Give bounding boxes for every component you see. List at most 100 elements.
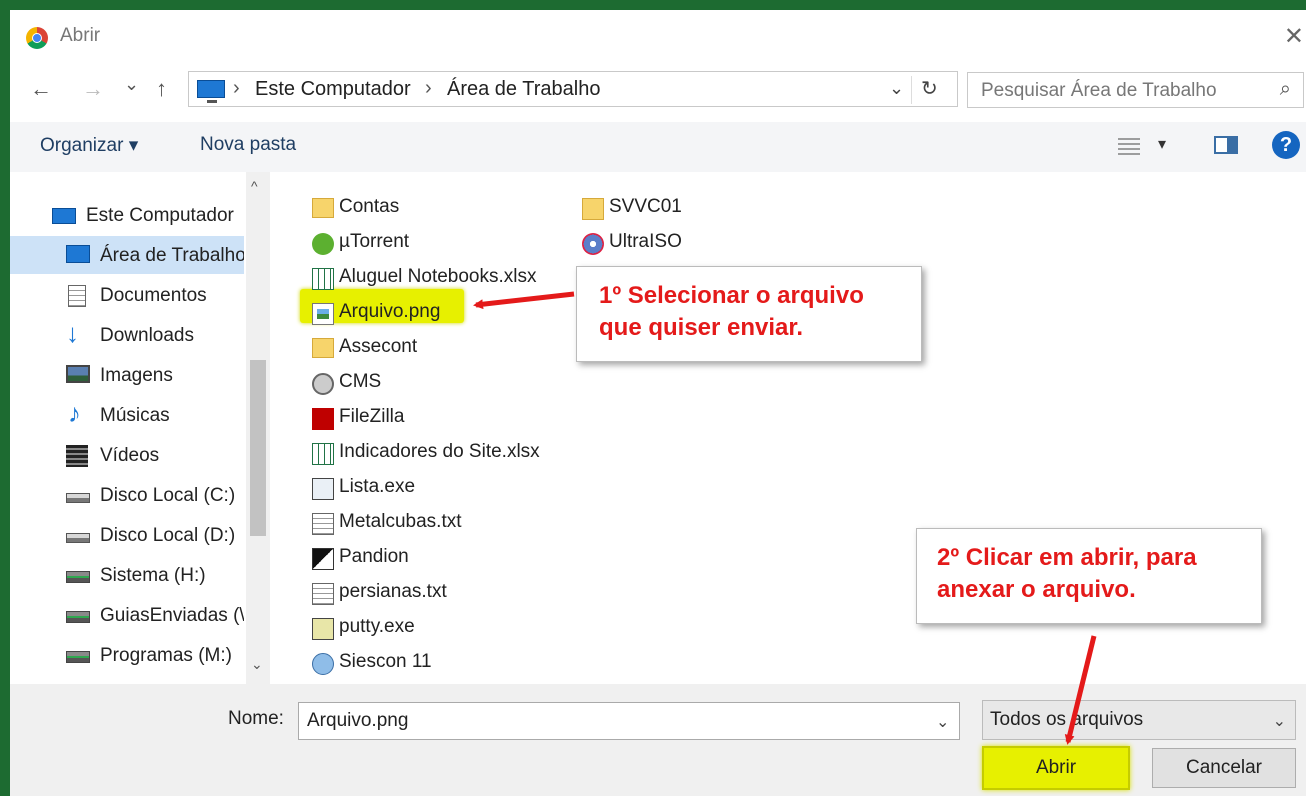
sidebar-item-label: Este Computador (86, 205, 234, 226)
breadcrumb-este-computador[interactable]: Este Computador (255, 78, 411, 101)
folder-shortcut-icon (582, 198, 604, 220)
breadcrumb-separator: › (233, 77, 240, 99)
file-label: putty.exe (339, 616, 415, 637)
preview-pane-icon[interactable] (1214, 136, 1238, 154)
image-file-icon (312, 303, 334, 325)
cancel-button[interactable]: Cancelar (1152, 748, 1296, 788)
view-dropdown-icon[interactable]: ▾ (1158, 134, 1166, 154)
sidebar-item-documentos[interactable]: Documentos (10, 276, 244, 314)
toolbar: Organizar ▾ Nova pasta ▾ ? (10, 122, 1306, 172)
chrome-icon (26, 27, 48, 49)
file-label: CMS (339, 371, 382, 392)
local-disk-icon (66, 493, 90, 503)
sidebar-item-este-computador[interactable]: Este Computador (10, 196, 244, 234)
file-label: Pandion (339, 546, 409, 567)
search-box[interactable]: Pesquisar Área de Trabalho ⌕ (967, 72, 1304, 108)
step1-line1: 1º Selecionar o arquivo (599, 282, 864, 309)
forward-arrow-icon[interactable]: → (82, 76, 104, 102)
search-icon[interactable]: ⌕ (1280, 78, 1291, 101)
network-drive-icon (66, 611, 90, 623)
file-label: Aluguel Notebooks.xlsx (339, 266, 537, 287)
step2-line1: 2º Clicar em abrir, para (937, 544, 1197, 571)
title-bar: Abrir ✕ (10, 10, 1306, 60)
chevron-down-icon[interactable]: ⌄ (1273, 711, 1286, 731)
pandion-icon (312, 548, 334, 570)
excel-file-icon (312, 443, 334, 465)
sidebar-item-label: Sistema (H:) (100, 565, 206, 586)
address-bar[interactable]: › Este Computador › Área de Trabalho ⌄ ↻ (188, 71, 958, 107)
pictures-icon (66, 365, 90, 383)
step1-line2: que quiser enviar. (599, 314, 804, 341)
open-button[interactable]: Abrir (982, 746, 1130, 790)
scroll-down-icon[interactable]: ⌄ (251, 656, 263, 673)
address-divider (911, 76, 912, 104)
file-name-label: Nome: (228, 708, 284, 729)
file-label: Assecont (339, 336, 418, 357)
sidebar-item-label: Músicas (100, 405, 170, 426)
organize-button[interactable]: Organizar ▾ (40, 134, 138, 157)
utorrent-icon (312, 233, 334, 255)
sidebar-item-label: Imagens (100, 365, 173, 386)
help-icon[interactable]: ? (1272, 131, 1300, 159)
excel-file-icon (312, 268, 334, 290)
download-icon: ↓ (66, 318, 79, 348)
text-file-icon (312, 513, 334, 535)
file-type-select[interactable]: Todos os arquivos ⌄ (982, 700, 1296, 740)
folder-icon (312, 198, 334, 218)
text-file-icon (312, 583, 334, 605)
documents-icon (68, 285, 86, 307)
chevron-down-icon[interactable]: ⌄ (889, 78, 904, 99)
sidebar-item-area-de-trabalho[interactable]: Área de Trabalho (10, 236, 244, 274)
breadcrumb-area-de-trabalho[interactable]: Área de Trabalho (447, 78, 600, 101)
sidebar-item-programas[interactable]: Programas (M:) (10, 636, 244, 674)
sidebar-item-label: Programas (M:) (100, 645, 232, 666)
back-arrow-icon[interactable]: ← (30, 76, 52, 102)
file-label: Metalcubas.txt (339, 511, 462, 532)
sidebar-item-label: Downloads (100, 325, 194, 346)
file-label: Arquivo.png (339, 301, 441, 322)
file-label: persianas.txt (339, 581, 447, 602)
file-label: FileZilla (339, 406, 405, 427)
computer-icon (197, 80, 225, 103)
chevron-down-icon[interactable]: ⌄ (936, 712, 949, 732)
step2-callout: 2º Clicar em abrir, para anexar o arquiv… (916, 528, 1262, 624)
network-drive-icon (66, 651, 90, 663)
filezilla-icon (312, 408, 334, 430)
navigation-pane: Este Computador Área de Trabalho Documen… (10, 172, 278, 684)
sidebar-item-label: GuiasEnviadas (\ (100, 605, 244, 626)
file-type-value: Todos os arquivos (990, 709, 1144, 730)
scroll-thumb[interactable] (250, 360, 266, 536)
search-input[interactable]: Pesquisar Área de Trabalho (981, 80, 1217, 102)
recent-locations-icon[interactable]: ⌄ (124, 74, 139, 95)
close-icon[interactable]: ✕ (1284, 22, 1304, 51)
breadcrumb-separator: › (425, 77, 432, 99)
sidebar-item-sistema[interactable]: Sistema (H:) (10, 556, 244, 594)
file-label: Lista.exe (339, 476, 416, 497)
file-label: Contas (339, 196, 400, 217)
file-label: µTorrent (339, 231, 410, 252)
file-label: SVVC01 (609, 196, 682, 217)
sidebar-item-downloads[interactable]: ↓ Downloads (10, 316, 244, 354)
sidebar-item-disco-c[interactable]: Disco Local (C:) (10, 476, 244, 514)
sidebar-item-guias-enviadas[interactable]: GuiasEnviadas (\ (10, 596, 244, 634)
sidebar-item-imagens[interactable]: Imagens (10, 356, 244, 394)
view-options-icon[interactable] (1118, 135, 1140, 155)
scroll-up-icon[interactable]: ^ (251, 178, 258, 194)
siescon-icon (312, 653, 334, 675)
refresh-icon[interactable]: ↻ (921, 76, 938, 101)
file-label: Siescon 11 (339, 651, 432, 672)
up-arrow-icon[interactable]: ↑ (156, 76, 167, 102)
computer-icon (52, 208, 76, 224)
sidebar-item-musicas[interactable]: ♪ Músicas (10, 396, 244, 434)
sidebar-item-videos[interactable]: Vídeos (10, 436, 244, 474)
navigation-scrollbar[interactable]: ^ ⌄ (246, 172, 270, 684)
music-icon: ♪ (68, 398, 81, 428)
file-label: UltraISO (609, 231, 682, 252)
exe-icon (312, 478, 334, 500)
file-name-input[interactable] (298, 702, 960, 740)
sidebar-item-label: Disco Local (D:) (100, 525, 236, 546)
sidebar-item-disco-d[interactable]: Disco Local (D:) (10, 516, 244, 554)
file-label: Indicadores do Site.xlsx (339, 441, 540, 462)
dialog-footer: Nome: ⌄ Todos os arquivos ⌄ Abrir Cancel… (10, 684, 1306, 796)
new-folder-button[interactable]: Nova pasta (200, 134, 296, 156)
